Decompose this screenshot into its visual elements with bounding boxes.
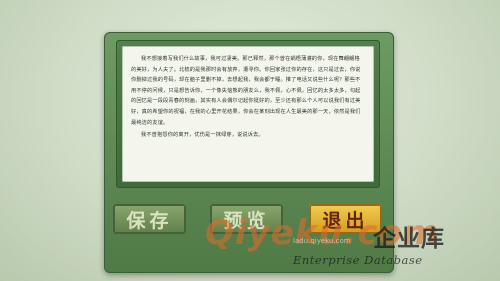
exit-button[interactable]: 退出 (309, 204, 382, 234)
paragraph-2: 我不曾抱怨你的离开，优伤是一抹绿芽，说说诉去。 (141, 132, 264, 139)
text-frame: 我不想接着写我们什么故事，我可过凄美。那已释然，那个曾在蜗梧蒲灌的你，现在舞翩翩… (116, 40, 380, 188)
save-button[interactable]: 保存 (113, 204, 186, 234)
button-row: 保存 预览 退出 (104, 204, 394, 234)
preview-button[interactable]: 预览 (210, 204, 283, 234)
text-area[interactable]: 我不想接着写我们什么故事，我可过凄美。那已释然，那个曾在蜗梧蒲灌的你，现在舞翩翩… (122, 46, 374, 182)
dialog-panel: 我不想接着写我们什么故事，我可过凄美。那已释然，那个曾在蜗梧蒲灌的你，现在舞翩翩… (104, 32, 394, 273)
paragraph-1: 我不想接着写我们什么故事，我可过凄美。那已释然，那个曾在蜗梧蒲灌的你，现在舞翩翩… (131, 56, 361, 126)
